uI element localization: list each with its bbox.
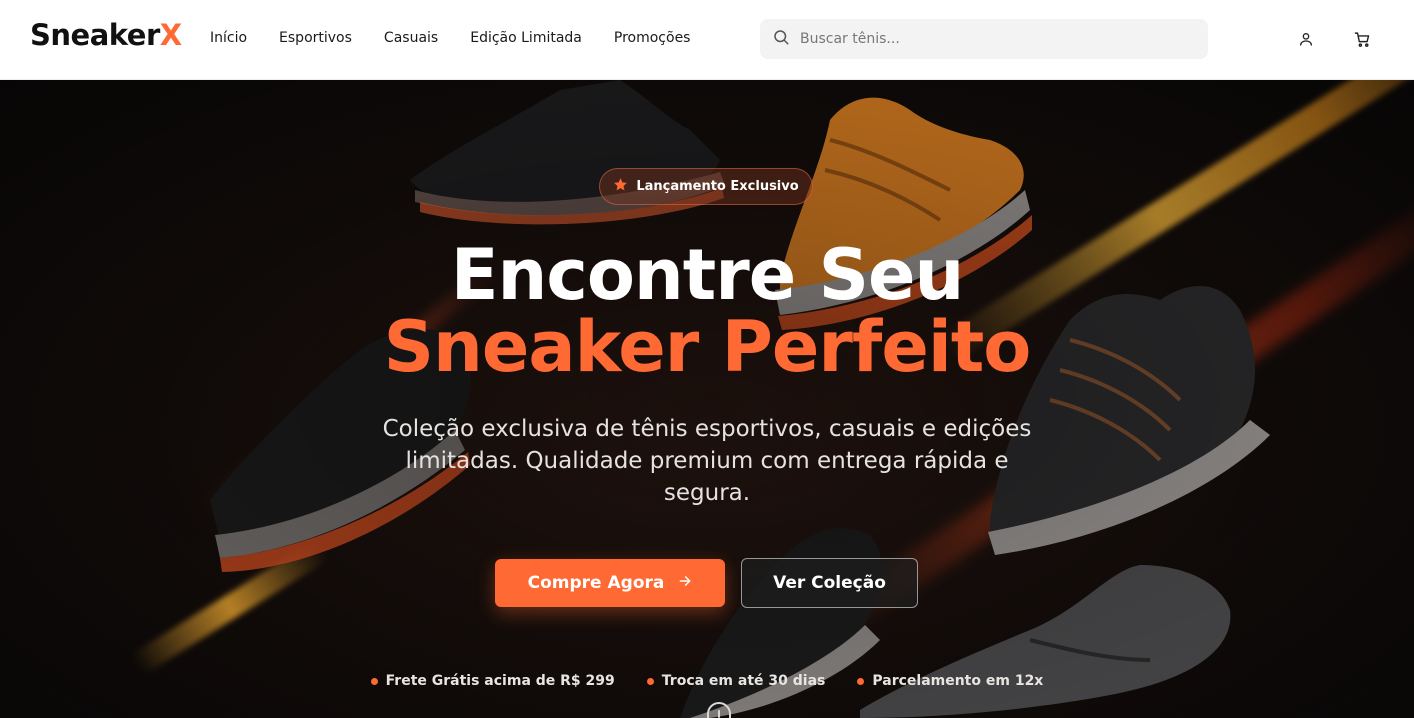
bullet-dot-icon xyxy=(646,677,654,685)
nav-item-edicao-limitada[interactable]: Edição Limitada xyxy=(470,30,582,46)
bullet-dot-icon xyxy=(857,677,865,685)
search-icon xyxy=(772,28,790,50)
search-input[interactable] xyxy=(800,31,1180,47)
site-header: SneakerX Início Esportivos Casuais Ediçã… xyxy=(0,0,1414,80)
nav-item-inicio[interactable]: Início xyxy=(210,30,247,46)
feature-item: Troca em até 30 dias xyxy=(646,673,826,689)
hero-subtitle: Coleção exclusiva de tênis esportivos, c… xyxy=(382,416,1032,506)
brand-name-accent: X xyxy=(159,18,182,52)
view-collection-label: Ver Coleção xyxy=(773,573,886,593)
feature-item: Frete Grátis acima de R$ 299 xyxy=(370,673,615,689)
nav-item-esportivos[interactable]: Esportivos xyxy=(279,30,352,46)
feature-label: Parcelamento em 12x xyxy=(872,673,1044,689)
arrow-right-icon xyxy=(678,573,692,593)
shop-now-label: Compre Agora xyxy=(527,573,665,593)
hero-features: Frete Grátis acima de R$ 299 Troca em at… xyxy=(0,673,1414,689)
launch-badge: Lançamento Exclusivo xyxy=(599,168,813,205)
feature-label: Troca em até 30 dias xyxy=(661,673,826,689)
search-bar[interactable] xyxy=(760,19,1208,59)
bullet-dot-icon xyxy=(370,677,378,685)
nav-item-promocoes[interactable]: Promoções xyxy=(614,30,691,46)
nav-item-casuais[interactable]: Casuais xyxy=(384,30,438,46)
star-icon xyxy=(613,177,628,196)
feature-item: Parcelamento em 12x xyxy=(857,673,1043,689)
hero-title-line2: Sneaker Perfeito xyxy=(383,306,1032,388)
cart-icon[interactable] xyxy=(1351,28,1373,50)
view-collection-button[interactable]: Ver Coleção xyxy=(741,558,918,608)
brand-logo[interactable]: SneakerX xyxy=(30,18,182,52)
brand-name-main: Sneaker xyxy=(30,18,160,52)
main-nav: Início Esportivos Casuais Edição Limitad… xyxy=(210,30,722,46)
scroll-wheel xyxy=(718,710,720,718)
feature-label: Frete Grátis acima de R$ 299 xyxy=(385,673,615,689)
user-icon[interactable] xyxy=(1295,28,1317,50)
shop-now-button[interactable]: Compre Agora xyxy=(495,559,725,607)
badge-label: Lançamento Exclusivo xyxy=(636,179,799,194)
hero-section: Lançamento Exclusivo Encontre Seu Sneake… xyxy=(0,80,1414,718)
